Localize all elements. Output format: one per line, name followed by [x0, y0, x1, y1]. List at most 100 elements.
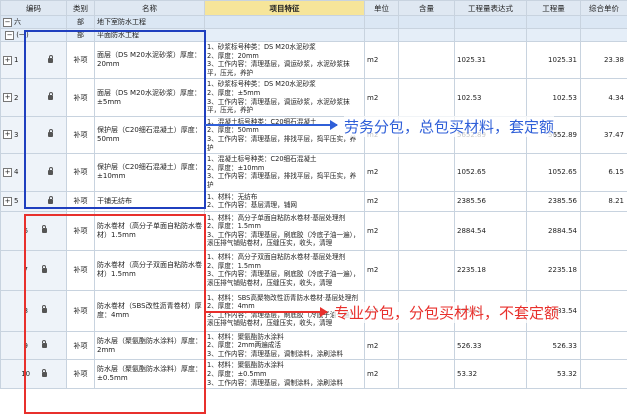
row-code: 7 [23, 266, 28, 275]
col-header-features[interactable]: 项目特征 [204, 0, 365, 16]
table-row[interactable]: +2 补项 面层（DS M20水泥砂浆）厚度：±5mm 1、砂浆标号种类：DS M20… [0, 78, 627, 117]
row-unit-price[interactable] [580, 249, 627, 291]
row-unit-price[interactable] [580, 210, 627, 251]
row-expression[interactable]: 526.33 [454, 330, 527, 361]
table-row[interactable]: 10 补项 防水层（聚氨酯防水涂料）厚度：±0.5mm 1、材料：聚氨酯防水涂料 2、厚… [0, 359, 627, 390]
row-name[interactable]: 保护层（C20细石混凝土）厚度：±10mm [94, 153, 205, 192]
expand-icon[interactable]: + [3, 196, 12, 206]
row-content[interactable] [398, 78, 455, 117]
row-features[interactable]: 1、混凝土标号种类：C20细石混凝土 2、厚度：±10mm 3、工作内容：清理基层，… [204, 153, 365, 192]
row-unit-price[interactable] [580, 289, 627, 332]
row-name[interactable]: 防水层（聚氨酯防水涂料）厚度：2mm [94, 330, 205, 361]
row-unit[interactable]: m2 [364, 210, 399, 251]
row-unit-price[interactable]: 8.21 [580, 190, 627, 212]
row-unit[interactable]: m2 [364, 78, 399, 117]
row-features[interactable]: 1、材料：聚氨酯防水涂料 2、厚度：2mm两遍成活 3、工作内容：清理基层，调制涂料… [204, 330, 365, 361]
row-expression[interactable]: 2385.56 [454, 190, 527, 212]
col-header-unit-price[interactable]: 综合单价 [580, 0, 627, 16]
row-category: 补项 [66, 249, 95, 291]
row-features[interactable]: 1、材料：高分子单面自粘防水卷材·基层处理剂 2、厚度：1.5mm 3、工作内容：清… [204, 210, 365, 251]
col-header-unit[interactable]: 单位 [364, 0, 399, 16]
row-unit-price[interactable] [580, 359, 627, 390]
collapse-icon[interactable]: − [5, 30, 15, 40]
row-name[interactable]: 干铺无纺布 [94, 190, 205, 212]
row-code: 3 [14, 130, 19, 139]
row-features[interactable]: 1、材料：无纺布 2、工作内容：基层清理，铺网 [204, 190, 365, 212]
table-row[interactable]: +5 补项 干铺无纺布 1、材料：无纺布 2、工作内容：基层清理，铺网 m2 2385.56… [0, 190, 627, 212]
row-category: 补项 [66, 40, 95, 80]
expand-icon[interactable]: + [3, 93, 12, 103]
lock-icon [41, 368, 47, 377]
row-unit-price[interactable]: 6.15 [580, 153, 627, 192]
row-quantity[interactable]: 2235.18 [526, 249, 581, 291]
expand-icon[interactable]: + [3, 130, 12, 140]
row-unit[interactable]: m2 [364, 153, 399, 192]
section-row[interactable]: − 六 部 地下室防水工程 [0, 15, 627, 29]
subsection-row[interactable]: − (一) 部 平面防水工程 [0, 28, 627, 42]
table-row[interactable]: 9 补项 防水层（聚氨酯防水涂料）厚度：2mm 1、材料：聚氨酯防水涂料 2、厚度：2m… [0, 330, 627, 361]
col-header-name[interactable]: 名称 [94, 0, 205, 16]
row-content[interactable] [398, 359, 455, 390]
row-features[interactable]: 1、砂浆标号种类：DS M20水泥砂浆 2、厚度：±5mm 3、工作内容：清理基层，… [204, 78, 365, 117]
row-name[interactable]: 面层（DS M20水泥砂浆）厚度：±5mm [94, 78, 205, 117]
bill-of-quantities-grid: 编码 类别 名称 项目特征 单位 含量 工程量表达式 工程量 综合单价 − 六 部… [0, 0, 627, 390]
row-category: 补项 [66, 289, 95, 332]
row-unit-price[interactable]: 4.34 [580, 78, 627, 117]
row-features[interactable]: 1、材料：高分子双面自粘防水卷材·基层处理剂 2、厚度：1.5mm 3、工作内容：清… [204, 249, 365, 291]
row-quantity[interactable]: 1052.65 [526, 153, 581, 192]
row-name[interactable]: 保护层（C20细石混凝土）厚度：50mm [94, 115, 205, 155]
row-content[interactable] [398, 40, 455, 80]
row-features[interactable]: 1、混凝土标号种类：C20细石混凝土 2、厚度：50mm 3、工作内容：清理基层，排… [204, 115, 365, 155]
section-category: 部 [66, 15, 95, 29]
expand-icon[interactable]: + [3, 55, 12, 65]
row-code: 9 [23, 341, 28, 350]
row-expression[interactable]: 102.53 [454, 78, 527, 117]
col-header-category[interactable]: 类别 [66, 0, 95, 16]
row-content[interactable] [398, 210, 455, 251]
row-name[interactable]: 防水层（聚氨酯防水涂料）厚度：±0.5mm [94, 359, 205, 390]
row-quantity[interactable]: 2385.56 [526, 190, 581, 212]
row-features[interactable]: 1、砂浆标号种类：DS M20水泥砂浆 2、厚度：20mm 3、工作内容：清理基层，… [204, 40, 365, 80]
expand-icon[interactable]: + [3, 167, 12, 177]
row-unit[interactable]: m2 [364, 330, 399, 361]
row-unit-price[interactable]: 23.38 [580, 40, 627, 80]
table-row[interactable]: 7 补项 防水卷材（高分子双面自粘防水卷材）1.5mm 1、材料：高分子双面自粘防水卷… [0, 249, 627, 291]
row-content[interactable] [398, 190, 455, 212]
row-name[interactable]: 防水卷材（SBS改性沥青卷材）厚度：4mm [94, 289, 205, 332]
row-features[interactable]: 1、材料：聚氨酯防水涂料 2、厚度：±0.5mm 3、工作内容：清理基层，调制涂料，… [204, 359, 365, 390]
row-unit[interactable]: m2 [364, 190, 399, 212]
row-content[interactable] [398, 330, 455, 361]
col-header-content[interactable]: 含量 [398, 0, 455, 16]
collapse-icon[interactable]: − [3, 17, 12, 27]
row-expression[interactable]: 53.32 [454, 359, 527, 390]
row-unit-price[interactable]: 37.47 [580, 115, 627, 155]
col-header-quantity[interactable]: 工程量 [526, 0, 581, 16]
row-quantity[interactable]: 102.53 [526, 78, 581, 117]
row-quantity[interactable]: 1025.31 [526, 40, 581, 80]
col-header-expression[interactable]: 工程量表达式 [454, 0, 527, 16]
row-name[interactable]: 防水卷材（高分子单面自粘防水卷材）1.5mm [94, 210, 205, 251]
row-content[interactable] [398, 153, 455, 192]
table-row[interactable]: 6 补项 防水卷材（高分子单面自粘防水卷材）1.5mm 1、材料：高分子单面自粘防水卷… [0, 210, 627, 251]
row-content[interactable] [398, 249, 455, 291]
col-header-code[interactable]: 编码 [0, 0, 67, 16]
row-name[interactable]: 面层（DS M20水泥砂浆）厚度：20mm [94, 40, 205, 80]
row-expression[interactable]: 1052.65 [454, 153, 527, 192]
lock-icon [41, 264, 47, 273]
row-quantity[interactable]: 2884.54 [526, 210, 581, 251]
row-expression[interactable]: 2884.54 [454, 210, 527, 251]
table-row[interactable]: +1 补项 面层（DS M20水泥砂浆）厚度：20mm 1、砂浆标号种类：DS M20… [0, 40, 627, 80]
row-name[interactable]: 防水卷材（高分子双面自粘防水卷材）1.5mm [94, 249, 205, 291]
row-code: 8 [23, 306, 28, 315]
lock-icon [48, 166, 53, 175]
row-quantity[interactable]: 526.33 [526, 330, 581, 361]
row-unit[interactable]: m2 [364, 359, 399, 390]
row-unit-price[interactable] [580, 330, 627, 361]
table-row[interactable]: +4 补项 保护层（C20细石混凝土）厚度：±10mm 1、混凝土标号种类：C20细石… [0, 153, 627, 192]
row-expression[interactable]: 1025.31 [454, 40, 527, 80]
row-unit[interactable]: m2 [364, 40, 399, 80]
row-quantity[interactable]: 53.32 [526, 359, 581, 390]
row-unit[interactable]: m2 [364, 249, 399, 291]
row-expression[interactable]: 2235.18 [454, 249, 527, 291]
red-arrow-icon [205, 307, 328, 317]
